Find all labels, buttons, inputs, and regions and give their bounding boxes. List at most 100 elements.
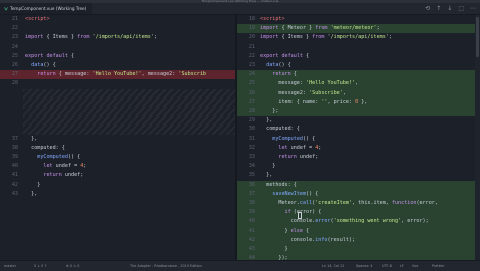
tab-label: TempComponent.vue (Working Tree) [10,6,87,11]
status-bar: master 0 ↓ 0 ↑ ⊗ 0 ⚠ 0 The Adapter - Rha… [0,260,480,271]
prev-change-icon[interactable]: ↑ [436,3,441,14]
code-line[interactable]: 43 }, [0,190,235,199]
split-editor-icon[interactable]: ⟲ [425,3,430,14]
code-line[interactable]: 39 myComputed() { [0,153,235,162]
line-number: 42 [248,236,255,243]
line-number: 28 [11,80,18,87]
code-line[interactable]: 36 methods: { [237,180,475,190]
line-number: 32 [248,144,255,151]
code-text: console.info(result); [260,236,356,243]
open-file-icon[interactable]: ⬚ [458,3,464,14]
code-line[interactable]: 21 [237,43,475,52]
code-line[interactable]: 28 }; [237,107,475,117]
line-number: 38 [248,200,255,206]
code-text: message2: 'Subscribe', [260,89,346,96]
code-line[interactable]: 24 [0,43,235,52]
code-line[interactable]: 30 computed: { [237,125,475,134]
code-line[interactable]: 25 message: 'Hello YouTube!', [237,79,475,89]
code-line[interactable]: 18 <script> [237,15,475,24]
line-number: 30 [248,126,255,133]
code-text: return undef; [278,154,319,160]
code-text: data() { [266,62,291,68]
line-number: 20 [248,34,255,41]
line-number: 29 [248,117,255,124]
code-line[interactable]: 31 myComputed() { [237,135,475,144]
code-line[interactable]: 33 return undef; [237,153,475,162]
code-line[interactable]: 23 import { Items } from '/imports/api/it… [0,33,235,42]
text-cursor [298,212,302,219]
line-number: 38 [11,144,18,151]
code-line[interactable]: 35 }, [237,171,475,180]
line-number: 27 [248,98,255,105]
line-number: 24 [248,71,255,78]
scroll-thumb[interactable] [476,17,479,57]
code-text: saveNewItem() { [272,190,319,197]
code-text: import { Items } from '/imports/api/item… [25,34,157,41]
code-line[interactable]: 28 [0,79,235,88]
tab-tempcomponent[interactable]: TempComponent.vue (Working Tree) [0,3,92,14]
code-text: myComputed() { [37,154,81,160]
line-number: 41 [248,227,255,234]
code-text: let undef = 4; [43,163,87,170]
code-line[interactable]: 20 import { Items } from '/imports/api/it… [237,33,475,42]
code-line[interactable]: 40 let undef = 4; [0,162,235,171]
code-text: myComputed() { [272,135,316,142]
code-line[interactable]: 37 saveNewItem() { [237,189,475,199]
code-line[interactable]: 22 export default { [237,52,475,61]
code-line[interactable]: 26 message2: 'Subscribe', [237,88,475,98]
code-text: import { Items } from '/imports/api/item… [260,34,392,41]
code-line[interactable]: 29 }, [237,116,475,125]
line-number: 43 [11,190,18,197]
code-text: } else { [260,227,310,234]
diff-filler-hatch [23,88,235,98]
code-line[interactable]: 40 console.error('something went wrong',… [237,217,475,227]
line-number: 28 [248,108,255,114]
code-text: import { Meteor } from 'meteor/meteor'; [260,25,380,32]
line-number: 31 [248,135,255,142]
code-line[interactable]: 25 export default { [0,52,235,61]
code-text: } [25,181,41,188]
code-line[interactable]: 41 } else { [237,226,475,236]
vertical-scrollbar[interactable] [475,15,480,260]
code-line[interactable]: 39 if (error) { [237,208,475,218]
diff-filler [0,125,235,135]
line-number: 33 [248,154,255,160]
code-line[interactable]: 34 } [237,162,475,171]
code-text: export default { [260,52,310,59]
diff-filler-hatch [23,97,235,107]
line-number: 34 [248,163,255,170]
line-number: 25 [248,80,255,87]
code-line[interactable]: 38 Meteor.call('createItem', this.item, … [237,199,475,209]
code-line[interactable]: 27 return { message: 'Hello YouTube!', m… [0,70,235,80]
original-editor-pane[interactable]: 21 <script> 22 23 import { Items } from '/im… [0,15,235,260]
code-text: export default { [25,52,75,59]
modified-editor-pane[interactable]: 18 <script> 19 import { Meteor } from 'mete… [237,15,475,260]
code-text: let undef = 4; [278,144,322,151]
diff-filler [0,116,235,126]
code-line[interactable]: 42 console.info(result); [237,235,475,245]
code-line[interactable]: 41 return undef; [0,171,235,180]
code-line[interactable]: 26 data() { [0,61,235,70]
code-line[interactable]: 23 data() { [237,61,475,70]
line-number: 39 [11,154,18,160]
code-line[interactable]: 22 [0,24,235,33]
line-number: 41 [11,172,18,179]
code-line[interactable]: 37 }, [0,135,235,144]
code-line[interactable]: 21 <script> [0,15,235,24]
line-number: 36 [248,181,255,188]
code-line[interactable]: 32 let undef = 4; [237,144,475,153]
code-text: return { message: 'Hello YouTube!', mess… [37,71,206,78]
line-number: 40 [248,218,255,225]
code-line[interactable]: 43 } [237,245,475,255]
line-number: 39 [248,209,255,216]
code-line[interactable]: 19 import { Meteor } from 'meteor/meteor'… [237,24,475,34]
line-number: 26 [11,62,18,68]
code-line[interactable]: 38 computed: { [0,144,235,153]
more-icon[interactable]: ⋯ [470,3,476,14]
code-line[interactable]: 27 item: { name: '', price: 0 }, [237,97,475,107]
code-line[interactable]: 24 return { [237,70,475,80]
next-change-icon[interactable]: ↓ [447,3,452,14]
code-text: }, [25,135,38,142]
code-line[interactable]: 42 } [0,181,235,190]
code-text: message: 'Hello YouTube!', [260,80,359,87]
